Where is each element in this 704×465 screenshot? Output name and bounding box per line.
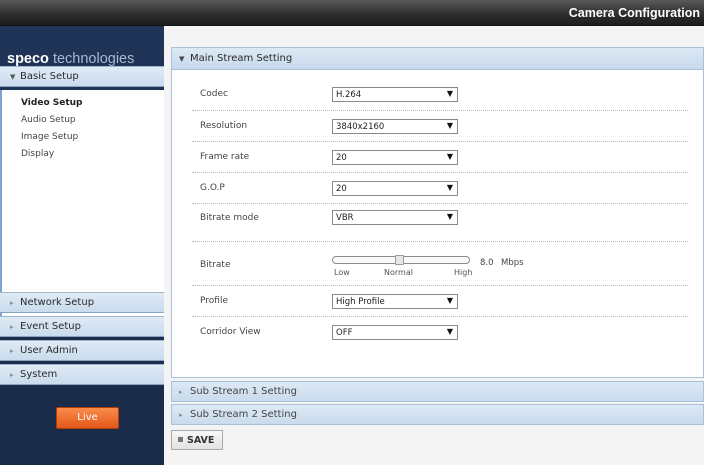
bitrate-mode-select[interactable]: VBR ▼ — [332, 210, 458, 225]
dropdown-caret-icon: ▼ — [446, 89, 453, 98]
sub-stream-1-title: Sub Stream 1 Setting — [190, 386, 297, 397]
bitrate-mode-value: VBR — [336, 213, 354, 223]
submenu-video-setup[interactable]: Video Setup — [21, 98, 83, 108]
triangle-down-icon: ▼ — [10, 73, 16, 81]
menu-network-setup-label: Network Setup — [20, 297, 95, 308]
profile-label: Profile — [200, 296, 228, 306]
menu-user-admin[interactable]: ▸ User Admin — [0, 340, 164, 361]
triangle-right-icon: ▸ — [10, 371, 14, 379]
corridor-view-row: Corridor View OFF ▼ — [192, 317, 688, 348]
triangle-right-icon: ▸ — [179, 411, 183, 419]
triangle-down-icon: ▼ — [179, 55, 185, 63]
slider-low-label: Low — [334, 268, 350, 277]
main-stream-title: Main Stream Setting — [190, 53, 293, 64]
frame-rate-value: 20 — [336, 153, 347, 163]
sub-stream-1-header[interactable]: ▸ Sub Stream 1 Setting — [171, 381, 704, 402]
bitrate-mode-row: Bitrate mode VBR ▼ — [192, 204, 688, 242]
bitrate-unit: Mbps — [501, 258, 524, 268]
logo-text-speco: speco — [7, 51, 49, 67]
gop-value: 20 — [336, 184, 347, 194]
bitrate-mode-label: Bitrate mode — [200, 213, 259, 223]
dropdown-caret-icon: ▼ — [446, 296, 453, 305]
menu-event-setup-label: Event Setup — [20, 321, 81, 332]
sidebar: speco technologies ▼ Basic Setup Video Se… — [0, 26, 164, 465]
dropdown-caret-icon: ▼ — [446, 121, 453, 130]
resolution-row: Resolution 3840x2160 ▼ — [192, 111, 688, 142]
save-button[interactable]: SAVE — [171, 430, 223, 450]
dropdown-caret-icon: ▼ — [446, 152, 453, 161]
page-title: Camera Configuration — [568, 6, 700, 20]
menu-system[interactable]: ▸ System — [0, 364, 164, 385]
codec-row: Codec H.264 ▼ — [192, 80, 688, 111]
resolution-label: Resolution — [200, 121, 248, 131]
triangle-right-icon: ▸ — [179, 388, 183, 396]
corridor-view-select[interactable]: OFF ▼ — [332, 325, 458, 340]
bitrate-label: Bitrate — [200, 260, 231, 270]
menu-event-setup[interactable]: ▸ Event Setup — [0, 316, 164, 337]
bitrate-row: Bitrate Low Normal High 8.0 Mbps — [192, 242, 688, 286]
frame-rate-row: Frame rate 20 ▼ — [192, 142, 688, 173]
main-stream-header[interactable]: ▼ Main Stream Setting — [172, 48, 703, 70]
triangle-right-icon: ▸ — [10, 299, 14, 307]
profile-value: High Profile — [336, 297, 385, 307]
basic-setup-submenu: Video Setup Audio Setup Image Setup Disp… — [0, 90, 164, 316]
gop-label: G.O.P — [200, 183, 225, 193]
menu-network-setup[interactable]: ▸ Network Setup — [0, 292, 164, 313]
gop-row: G.O.P 20 ▼ — [192, 173, 688, 204]
submenu-image-setup[interactable]: Image Setup — [21, 132, 78, 142]
save-square-icon — [178, 437, 183, 442]
triangle-right-icon: ▸ — [10, 323, 14, 331]
dropdown-caret-icon: ▼ — [446, 212, 453, 221]
corridor-view-value: OFF — [336, 328, 353, 338]
triangle-right-icon: ▸ — [10, 347, 14, 355]
profile-row: Profile High Profile ▼ — [192, 286, 688, 317]
gop-select[interactable]: 20 ▼ — [332, 181, 458, 196]
bitrate-slider-thumb[interactable] — [395, 255, 404, 265]
codec-label: Codec — [200, 89, 228, 99]
frame-rate-label: Frame rate — [200, 152, 250, 162]
codec-select[interactable]: H.264 ▼ — [332, 87, 458, 102]
logo-text-technologies: technologies — [48, 51, 135, 67]
profile-select[interactable]: High Profile ▼ — [332, 294, 458, 309]
sub-stream-2-header[interactable]: ▸ Sub Stream 2 Setting — [171, 404, 704, 425]
menu-basic-setup[interactable]: ▼ Basic Setup — [0, 66, 164, 87]
slider-normal-label: Normal — [384, 268, 413, 277]
codec-value: H.264 — [336, 90, 362, 100]
corridor-view-label: Corridor View — [200, 327, 261, 337]
live-button[interactable]: Live — [56, 407, 119, 429]
main-content: ▼ Main Stream Setting Codec H.264 ▼ Resolu… — [164, 26, 704, 465]
resolution-value: 3840x2160 — [336, 122, 385, 132]
slider-high-label: High — [454, 268, 473, 277]
save-label: SAVE — [187, 435, 215, 446]
resolution-select[interactable]: 3840x2160 ▼ — [332, 119, 458, 134]
sub-stream-2-title: Sub Stream 2 Setting — [190, 409, 297, 420]
submenu-audio-setup[interactable]: Audio Setup — [21, 115, 76, 125]
dropdown-caret-icon: ▼ — [446, 327, 453, 336]
bitrate-slider[interactable] — [332, 255, 470, 265]
menu-user-admin-label: User Admin — [20, 345, 78, 356]
top-bar: Camera Configuration — [0, 0, 704, 26]
menu-basic-setup-label: Basic Setup — [20, 71, 79, 82]
menu-system-label: System — [20, 369, 58, 380]
bitrate-value: 8.0 — [480, 258, 494, 268]
dropdown-caret-icon: ▼ — [446, 183, 453, 192]
submenu-display[interactable]: Display — [21, 149, 54, 159]
main-stream-panel: ▼ Main Stream Setting Codec H.264 ▼ Resolu… — [171, 47, 704, 378]
frame-rate-select[interactable]: 20 ▼ — [332, 150, 458, 165]
